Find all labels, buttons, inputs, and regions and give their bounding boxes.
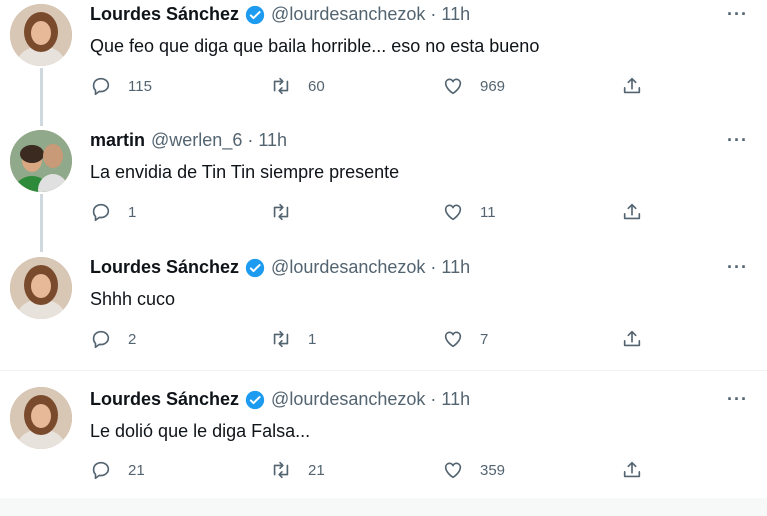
reply-button[interactable]: 115 (90, 75, 152, 97)
reply-button[interactable]: 2 (90, 328, 136, 350)
tweet-text: Que feo que diga que baila horrible... e… (90, 36, 540, 56)
more-options-icon[interactable]: ··· (727, 257, 748, 278)
separator: · (430, 257, 437, 277)
tweet-actions: 115 60 969 (90, 75, 670, 99)
share-button[interactable] (621, 459, 643, 481)
retweet-count: 60 (308, 77, 325, 95)
more-options-icon[interactable]: ··· (727, 130, 748, 151)
retweet-button[interactable]: 1 (270, 328, 316, 350)
avatar[interactable] (10, 4, 72, 66)
verified-badge-icon (245, 390, 265, 410)
display-name[interactable]: Lourdes Sánchez (90, 4, 239, 25)
verified-badge-icon (245, 258, 265, 278)
retweet-count: 1 (308, 330, 317, 348)
verified-badge-icon (245, 5, 265, 25)
tweet-divider (0, 370, 767, 371)
reply-icon (90, 201, 112, 223)
tweet-1[interactable]: Lourdes Sánchez @lourdesanchezok · 11h ·… (0, 0, 767, 120)
reply-count: 2 (128, 330, 137, 348)
reply-count: 115 (128, 77, 152, 95)
reply-count: 1 (128, 203, 137, 221)
share-button[interactable] (621, 201, 643, 223)
tweet-actions: 21 21 359 (90, 459, 670, 483)
reply-icon (90, 459, 112, 481)
like-button[interactable]: 11 (442, 201, 496, 223)
timestamp[interactable]: 11h (258, 130, 287, 151)
handle[interactable]: @lourdesanchezok (271, 4, 425, 25)
share-icon (621, 75, 643, 97)
retweet-icon (270, 201, 292, 223)
handle[interactable]: @lourdesanchezok (271, 257, 425, 278)
retweet-button[interactable]: 60 (270, 75, 325, 97)
like-button[interactable]: 359 (442, 459, 505, 481)
separator: · (430, 389, 437, 409)
retweet-button[interactable]: 21 (270, 459, 325, 481)
timestamp[interactable]: 11h (441, 389, 470, 410)
heart-icon (442, 459, 464, 481)
tweet-text: Le dolió que le diga Falsa... (90, 421, 311, 441)
like-count: 969 (480, 77, 506, 95)
display-name[interactable]: Lourdes Sánchez (90, 257, 239, 278)
tweet-header: Lourdes Sánchez @lourdesanchezok · 11h (90, 4, 470, 25)
tweet-actions: 1 11 (90, 201, 670, 225)
share-button[interactable] (621, 75, 643, 97)
share-icon (621, 201, 643, 223)
retweet-button[interactable] (270, 201, 308, 223)
tweet-4[interactable]: Lourdes Sánchez @lourdesanchezok · 11h ·… (0, 385, 767, 497)
tweet-text: Shhh cuco (90, 289, 176, 309)
separator: · (247, 130, 254, 150)
like-count: 7 (480, 330, 489, 348)
tweet-header: martin @werlen_6 · 11h (90, 130, 287, 151)
avatar[interactable] (10, 257, 72, 319)
handle[interactable]: @werlen_6 (151, 130, 242, 151)
like-button[interactable]: 969 (442, 75, 505, 97)
heart-icon (442, 328, 464, 350)
heart-icon (442, 75, 464, 97)
like-button[interactable]: 7 (442, 328, 488, 350)
handle[interactable]: @lourdesanchezok (271, 389, 425, 410)
retweet-icon (270, 75, 292, 97)
timestamp[interactable]: 11h (441, 257, 470, 278)
like-count: 359 (480, 461, 506, 479)
reply-icon (90, 328, 112, 350)
display-name[interactable]: martin (90, 130, 145, 151)
more-options-icon[interactable]: ··· (727, 4, 748, 25)
share-icon (621, 328, 643, 350)
retweet-count: 21 (308, 461, 325, 479)
reply-button[interactable]: 21 (90, 459, 145, 481)
tweet-2[interactable]: martin @werlen_6 · 11h ··· La envidia de… (0, 126, 767, 246)
tweet-3[interactable]: Lourdes Sánchez @lourdesanchezok · 11h ·… (0, 253, 767, 368)
tweet-header: Lourdes Sánchez @lourdesanchezok · 11h (90, 257, 470, 278)
like-count: 11 (480, 203, 496, 221)
share-button[interactable] (621, 328, 643, 350)
display-name[interactable]: Lourdes Sánchez (90, 389, 239, 410)
heart-icon (442, 201, 464, 223)
timestamp[interactable]: 11h (441, 4, 470, 25)
avatar[interactable] (10, 387, 72, 449)
reply-count: 21 (128, 461, 145, 479)
reply-button[interactable]: 1 (90, 201, 136, 223)
tweet-text: La envidia de Tin Tin siempre presente (90, 162, 400, 182)
more-options-icon[interactable]: ··· (727, 389, 748, 410)
retweet-icon (270, 459, 292, 481)
avatar[interactable] (10, 130, 72, 192)
share-icon (621, 459, 643, 481)
tweet-actions: 2 1 7 (90, 328, 670, 352)
bottom-divider (0, 498, 767, 516)
retweet-icon (270, 328, 292, 350)
separator: · (430, 4, 437, 24)
reply-icon (90, 75, 112, 97)
tweet-header: Lourdes Sánchez @lourdesanchezok · 11h (90, 389, 470, 410)
